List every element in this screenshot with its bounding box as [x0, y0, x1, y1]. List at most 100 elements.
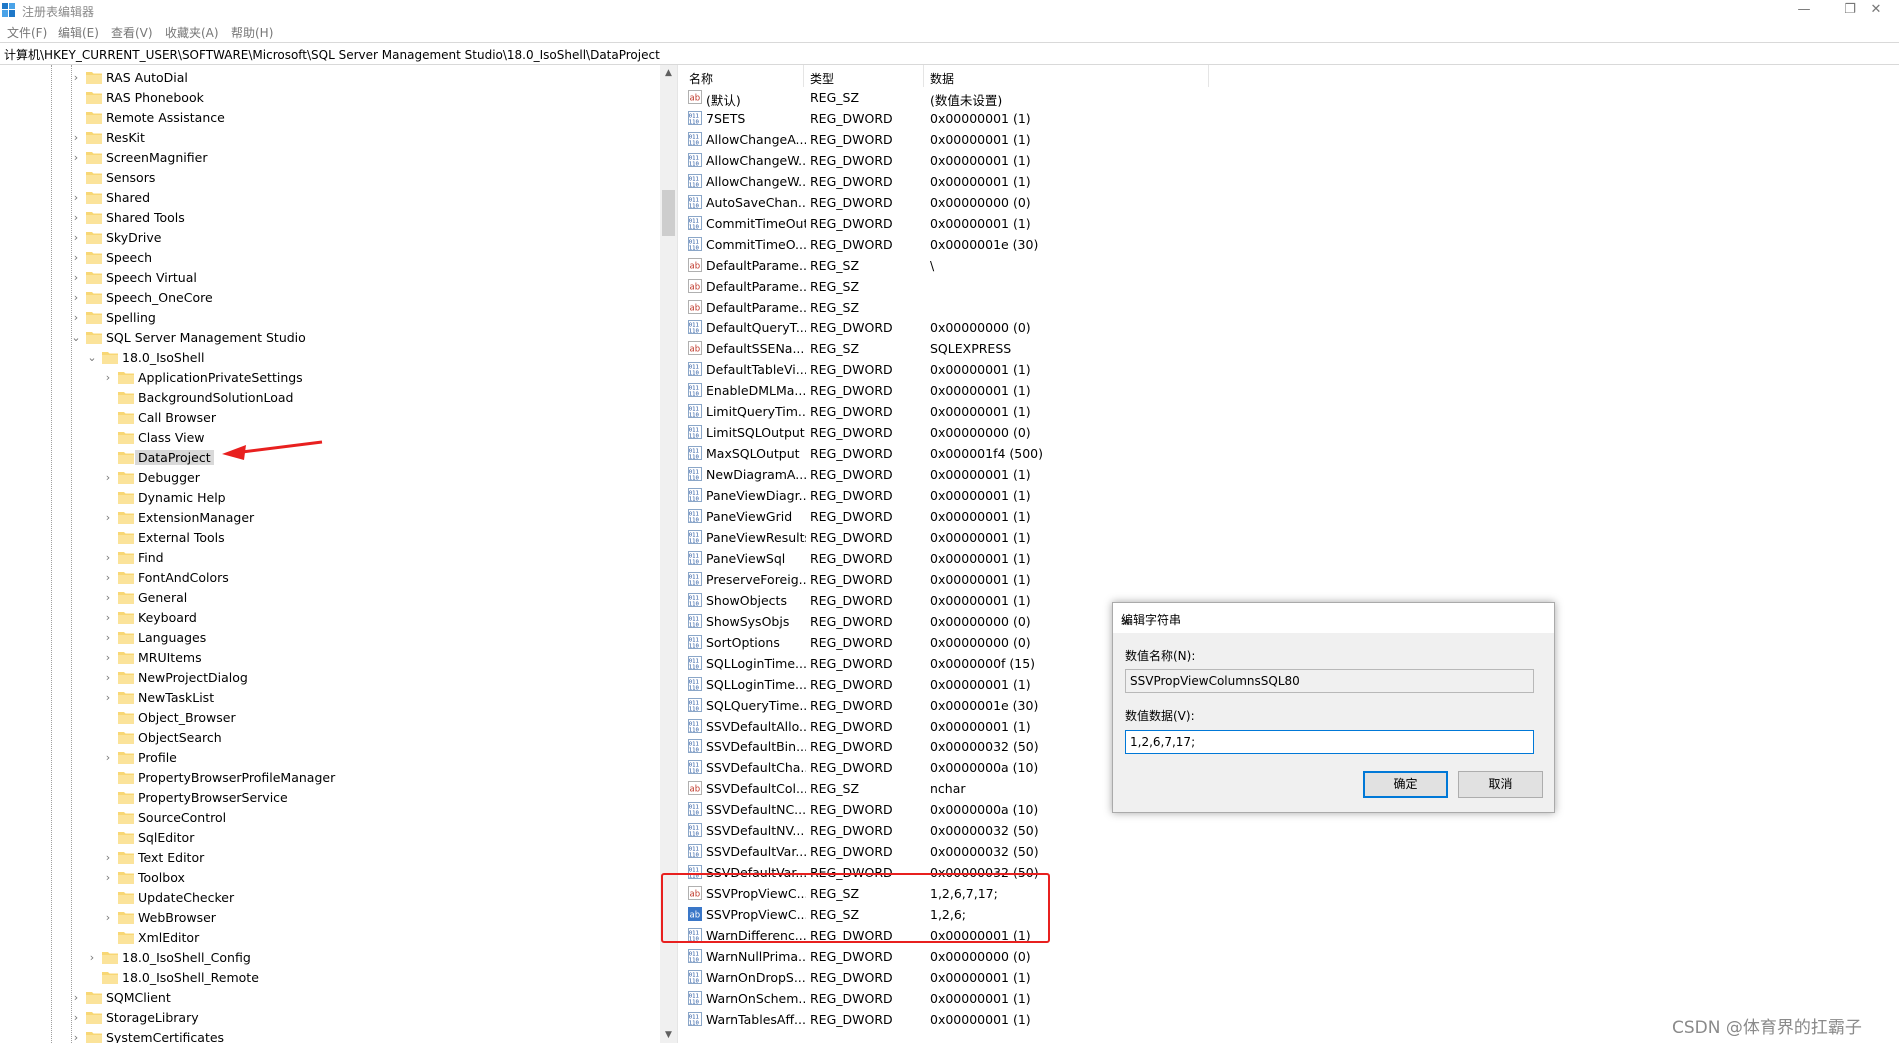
tree-item[interactable]: › RAS AutoDial [0, 68, 658, 88]
menu-help[interactable]: 帮助(H) [231, 24, 273, 41]
tree-item[interactable]: › NewProjectDialog [0, 668, 658, 688]
tree-scrollbar-thumb[interactable] [662, 190, 675, 236]
expand-chevron-icon[interactable]: › [103, 471, 113, 485]
tree-item[interactable]: › Speech_OneCore [0, 288, 658, 308]
expand-chevron-icon[interactable]: › [87, 951, 97, 965]
tree-item[interactable]: › ResKit [0, 128, 658, 148]
tree-item[interactable]: 18.0_IsoShell_Remote [0, 968, 658, 988]
tree-item[interactable]: Sensors [0, 168, 658, 188]
registry-value-row[interactable]: ab DefaultSSENa... REG_SZ SQLEXPRESS [683, 338, 1899, 359]
registry-value-row[interactable]: ab (默认) REG_SZ (数值未设置) [683, 87, 1899, 108]
tree-item[interactable]: SourceControl [0, 808, 658, 828]
menu-edit[interactable]: 编辑(E) [58, 24, 99, 41]
expand-chevron-icon[interactable]: › [71, 151, 81, 165]
column-header-type[interactable]: 类型 [804, 65, 924, 87]
expand-chevron-icon[interactable]: › [103, 911, 113, 925]
cancel-button[interactable]: 取消 [1458, 771, 1543, 798]
tree-item[interactable]: › SystemCertificates [0, 1028, 658, 1043]
tree-item[interactable]: ⌄ SQL Server Management Studio [0, 328, 658, 348]
expand-chevron-icon[interactable]: › [71, 191, 81, 205]
registry-value-row[interactable]: 011 110 LimitQueryTim... REG_DWORD 0x0000000… [683, 401, 1899, 422]
registry-value-row[interactable]: 011 110 PreserveForeig... REG_DWORD 0x000000… [683, 569, 1899, 590]
value-data-field[interactable] [1125, 730, 1534, 754]
expand-chevron-icon[interactable]: › [103, 651, 113, 665]
expand-chevron-icon[interactable]: › [103, 551, 113, 565]
registry-value-row[interactable]: 011 110 SSVDefaultNV... REG_DWORD 0x00000032… [683, 820, 1899, 841]
expand-chevron-icon[interactable]: › [71, 231, 81, 245]
minimize-button[interactable]: — [1781, 0, 1827, 22]
registry-value-row[interactable]: 011 110 DefaultQueryT... REG_DWORD 0x0000000… [683, 317, 1899, 338]
registry-value-row[interactable]: 011 110 PaneViewGrid REG_DWORD 0x00000001 (1… [683, 506, 1899, 527]
tree-item[interactable]: › Debugger [0, 468, 658, 488]
registry-value-row[interactable]: 011 110 WarnNullPrima... REG_DWORD 0x0000000… [683, 946, 1899, 967]
registry-value-row[interactable]: ab DefaultParame... REG_SZ [683, 276, 1899, 297]
registry-value-row[interactable]: 011 110 7SETS REG_DWORD 0x00000001 (1) [683, 108, 1899, 129]
tree-item[interactable]: › FontAndColors [0, 568, 658, 588]
collapse-chevron-icon[interactable]: ⌄ [87, 351, 97, 365]
tree-item[interactable]: Class View [0, 428, 658, 448]
tree-item[interactable]: › Shared [0, 188, 658, 208]
registry-value-row[interactable]: 011 110 EnableDMLMa... REG_DWORD 0x00000001 … [683, 380, 1899, 401]
registry-value-row[interactable]: 011 110 AllowChangeW... REG_DWORD 0x00000001… [683, 171, 1899, 192]
tree-item[interactable]: UpdateChecker [0, 888, 658, 908]
registry-value-row[interactable]: ab DefaultParame... REG_SZ \ [683, 255, 1899, 276]
ok-button[interactable]: 确定 [1363, 771, 1448, 798]
expand-chevron-icon[interactable]: › [71, 131, 81, 145]
registry-value-row[interactable]: 011 110 LimitSQLOutput REG_DWORD 0x00000000 … [683, 422, 1899, 443]
tree-item[interactable]: › Find [0, 548, 658, 568]
tree-item[interactable]: › StorageLibrary [0, 1008, 658, 1028]
tree-item[interactable]: › WebBrowser [0, 908, 658, 928]
tree-item[interactable]: RAS Phonebook [0, 88, 658, 108]
expand-chevron-icon[interactable]: › [103, 851, 113, 865]
expand-chevron-icon[interactable]: › [103, 871, 113, 885]
tree-item[interactable]: › Keyboard [0, 608, 658, 628]
tree-item[interactable]: › ExtensionManager [0, 508, 658, 528]
expand-chevron-icon[interactable]: › [103, 671, 113, 685]
value-name-field[interactable] [1125, 669, 1534, 693]
expand-chevron-icon[interactable]: › [71, 991, 81, 1005]
tree-item[interactable]: › SQMClient [0, 988, 658, 1008]
tree-item[interactable]: › Toolbox [0, 868, 658, 888]
tree-item[interactable]: › ApplicationPrivateSettings [0, 368, 658, 388]
expand-chevron-icon[interactable]: › [103, 691, 113, 705]
tree-item[interactable]: › Text Editor [0, 848, 658, 868]
expand-chevron-icon[interactable]: › [71, 271, 81, 285]
expand-chevron-icon[interactable]: › [103, 371, 113, 385]
registry-value-row[interactable]: ab DefaultParame... REG_SZ [683, 297, 1899, 318]
registry-value-row[interactable]: 011 110 PaneViewResults REG_DWORD 0x00000001… [683, 527, 1899, 548]
tree-item[interactable]: › 18.0_IsoShell_Config [0, 948, 658, 968]
tree-item[interactable]: › ScreenMagnifier [0, 148, 658, 168]
address-bar[interactable]: 计算机\HKEY_CURRENT_USER\SOFTWARE\Microsoft… [0, 42, 1899, 65]
tree-item[interactable]: External Tools [0, 528, 658, 548]
registry-value-row[interactable]: 011 110 MaxSQLOutput REG_DWORD 0x000001f4 (5… [683, 443, 1899, 464]
column-header-data[interactable]: 数据 [924, 65, 1209, 87]
scroll-down-arrow-icon[interactable]: ▼ [660, 1027, 677, 1043]
expand-chevron-icon[interactable]: › [71, 1031, 81, 1043]
tree-item[interactable]: PropertyBrowserProfileManager [0, 768, 658, 788]
expand-chevron-icon[interactable]: › [103, 591, 113, 605]
expand-chevron-icon[interactable]: › [103, 631, 113, 645]
expand-chevron-icon[interactable]: › [71, 311, 81, 325]
registry-value-row[interactable]: 011 110 AllowChangeW... REG_DWORD 0x00000001… [683, 150, 1899, 171]
close-window-button[interactable]: ✕ [1853, 0, 1899, 22]
tree-item[interactable]: Object_Browser [0, 708, 658, 728]
registry-value-row[interactable]: 011 110 NewDiagramA... REG_DWORD 0x00000001 … [683, 464, 1899, 485]
tree-item[interactable]: › Shared Tools [0, 208, 658, 228]
column-header-name[interactable]: 名称 [683, 65, 804, 87]
expand-chevron-icon[interactable]: › [103, 751, 113, 765]
scroll-up-arrow-icon[interactable]: ▲ [660, 65, 677, 81]
tree-item[interactable]: › NewTaskList [0, 688, 658, 708]
tree-item[interactable]: DataProject [0, 448, 658, 468]
collapse-chevron-icon[interactable]: ⌄ [71, 331, 81, 345]
tree-item[interactable]: XmlEditor [0, 928, 658, 948]
registry-value-row[interactable]: 011 110 DefaultTableVi... REG_DWORD 0x000000… [683, 359, 1899, 380]
registry-value-row[interactable]: 011 110 WarnOnSchem... REG_DWORD 0x00000001 … [683, 988, 1899, 1009]
tree-item[interactable]: › General [0, 588, 658, 608]
tree-item[interactable]: Call Browser [0, 408, 658, 428]
tree-item[interactable]: › SkyDrive [0, 228, 658, 248]
registry-value-row[interactable]: 011 110 AllowChangeA... REG_DWORD 0x00000001… [683, 129, 1899, 150]
tree-item[interactable]: › Speech [0, 248, 658, 268]
tree-item[interactable]: ObjectSearch [0, 728, 658, 748]
tree-item[interactable]: › Speech Virtual [0, 268, 658, 288]
registry-value-row[interactable]: 011 110 PaneViewSql REG_DWORD 0x00000001 (1) [683, 548, 1899, 569]
